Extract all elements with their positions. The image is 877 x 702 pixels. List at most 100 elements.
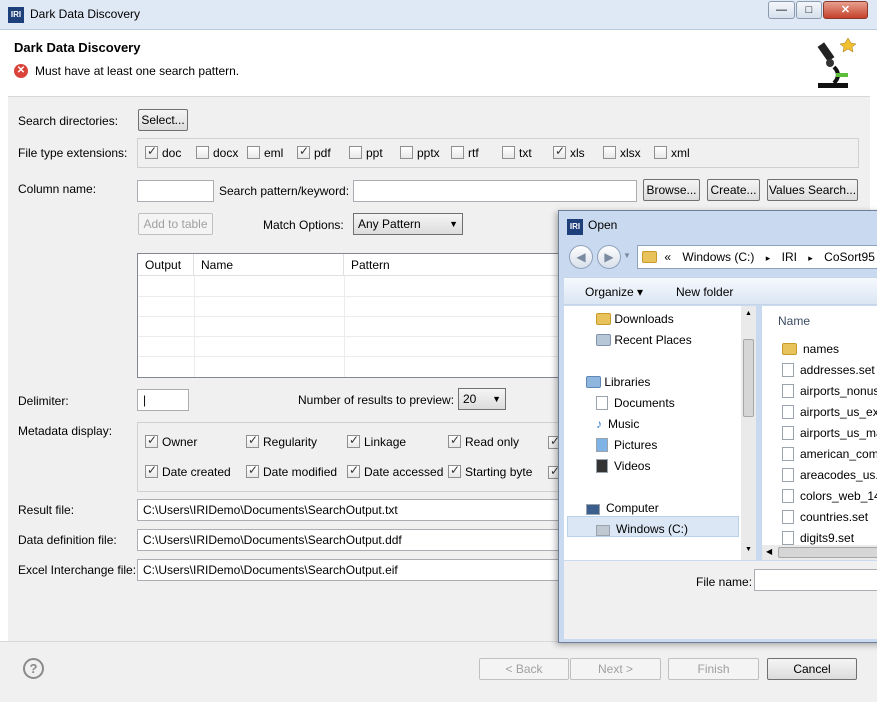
filetype-checkbox-txt[interactable]: txt — [502, 146, 532, 160]
list-item[interactable]: names — [782, 342, 839, 356]
filetype-checkbox-eml[interactable]: eml — [247, 146, 283, 160]
nav-scrollbar-thumb[interactable] — [743, 339, 754, 417]
table-header-pattern[interactable]: Pattern — [344, 254, 568, 276]
address-part-cosort[interactable]: CoSort95 — [824, 250, 875, 264]
checkbox-icon[interactable] — [349, 146, 362, 159]
table-header-name[interactable]: Name — [194, 254, 344, 276]
checkbox-icon[interactable] — [145, 463, 158, 478]
checkbox-icon[interactable] — [553, 144, 566, 159]
result-file-input[interactable]: C:\Users\IRIDemo\Documents\SearchOutput.… — [137, 499, 567, 521]
maximize-button[interactable]: □ — [796, 1, 822, 19]
metadata-checkbox-date-modified[interactable]: Date modified — [246, 463, 337, 479]
checkbox-icon[interactable] — [603, 146, 616, 159]
list-item[interactable]: airports_us_ext — [782, 405, 877, 419]
filetype-checkbox-ppt[interactable]: ppt — [349, 146, 383, 160]
eif-file-input[interactable]: C:\Users\IRIDemo\Documents\SearchOutput.… — [137, 559, 567, 581]
nav-item-music[interactable]: ♪ Music — [596, 417, 639, 431]
checkbox-icon[interactable] — [196, 146, 209, 159]
scroll-up-icon[interactable]: ▲ — [745, 310, 752, 317]
list-item[interactable]: addresses.set — [782, 363, 875, 377]
address-part-drive[interactable]: Windows (C:) — [682, 250, 754, 264]
scroll-left-icon[interactable]: ◀ — [766, 547, 772, 556]
ddf-file-input[interactable]: C:\Users\IRIDemo\Documents\SearchOutput.… — [137, 529, 567, 551]
list-item[interactable]: airports_nonus — [782, 384, 877, 398]
metadata-checkbox-date-accessed[interactable]: Date accessed — [347, 463, 443, 479]
new-folder-button[interactable]: New folder — [676, 285, 733, 299]
filetype-checkbox-xml[interactable]: xml — [654, 146, 690, 160]
close-button[interactable]: ✕ — [823, 1, 868, 19]
filetype-checkbox-xls[interactable]: xls — [553, 144, 585, 160]
back-button[interactable]: < Back — [479, 658, 569, 680]
table-row[interactable] — [138, 337, 568, 357]
list-item[interactable]: digits9.set — [782, 531, 854, 545]
files-horizontal-scrollbar[interactable]: ◀ — [762, 545, 877, 560]
nav-item-documents[interactable]: Documents — [596, 396, 675, 410]
nav-item-recent-places[interactable]: Recent Places — [596, 333, 692, 347]
checkbox-icon[interactable] — [448, 433, 461, 448]
next-button[interactable]: Next > — [570, 658, 661, 680]
table-row[interactable] — [138, 297, 568, 317]
forward-arrow-icon[interactable]: ▶ — [597, 245, 621, 269]
filetype-checkbox-xlsx[interactable]: xlsx — [603, 146, 641, 160]
table-row[interactable] — [138, 277, 568, 297]
filetype-checkbox-docx[interactable]: docx — [196, 146, 238, 160]
checkbox-icon[interactable] — [347, 463, 360, 478]
metadata-checkbox-starting-byte[interactable]: Starting byte — [448, 463, 532, 479]
checkbox-icon[interactable] — [502, 146, 515, 159]
checkbox-icon[interactable] — [246, 433, 259, 448]
checkbox-icon[interactable] — [247, 146, 260, 159]
nav-item-libraries[interactable]: Libraries — [586, 375, 650, 389]
create-button[interactable]: Create... — [707, 179, 760, 201]
address-separator-icon[interactable]: ▸ — [808, 253, 813, 263]
search-pattern-input[interactable] — [353, 180, 637, 202]
filetype-checkbox-pptx[interactable]: pptx — [400, 146, 440, 160]
nav-item-pictures[interactable]: Pictures — [596, 438, 657, 452]
preview-count-select[interactable]: 20 ▼ — [458, 388, 506, 410]
metadata-checkbox-date-created[interactable]: Date created — [145, 463, 231, 479]
checkbox-icon[interactable] — [400, 146, 413, 159]
column-name-input[interactable] — [137, 180, 214, 202]
list-item[interactable]: airports_us_ma — [782, 426, 877, 440]
browse-button[interactable]: Browse... — [643, 179, 700, 201]
cancel-button[interactable]: Cancel — [767, 658, 857, 680]
address-bar[interactable]: « Windows (C:) ▸ IRI ▸ CoSort95 ▸ — [637, 245, 877, 269]
delimiter-input[interactable]: | — [137, 389, 189, 411]
metadata-checkbox-read-only[interactable]: Read only — [448, 433, 519, 449]
scroll-down-icon[interactable]: ▼ — [745, 546, 752, 553]
help-icon[interactable]: ? — [23, 658, 44, 679]
filetype-checkbox-doc[interactable]: doc — [145, 144, 181, 160]
nav-item-computer[interactable]: Computer — [586, 501, 659, 515]
nav-scrollbar[interactable]: ▲ ▼ — [741, 306, 756, 560]
nav-item-videos[interactable]: Videos — [596, 459, 650, 473]
list-item[interactable]: colors_web_140 — [782, 489, 877, 503]
match-options-select[interactable]: Any Pattern ▼ — [353, 213, 463, 235]
list-item[interactable]: areacodes_us.s — [782, 468, 877, 482]
checkbox-icon[interactable] — [297, 144, 310, 159]
select-directories-button[interactable]: Select... — [138, 109, 188, 131]
table-header-output[interactable]: Output — [138, 254, 194, 276]
file-name-input[interactable] — [754, 569, 877, 591]
metadata-checkbox-owner[interactable]: Owner — [145, 433, 197, 449]
checkbox-icon[interactable] — [448, 463, 461, 478]
checkbox-icon[interactable] — [145, 144, 158, 159]
checkbox-icon[interactable] — [145, 433, 158, 448]
filetype-checkbox-rtf[interactable]: rtf — [451, 146, 479, 160]
add-to-table-button[interactable]: Add to table — [138, 213, 213, 235]
metadata-checkbox-linkage[interactable]: Linkage — [347, 433, 406, 449]
recent-locations-chevron-icon[interactable]: ▼ — [623, 251, 631, 260]
checkbox-icon[interactable] — [347, 433, 360, 448]
checkbox-icon[interactable] — [246, 463, 259, 478]
nav-item-windows-drive[interactable]: Windows (C:) — [596, 522, 688, 536]
table-row[interactable] — [138, 317, 568, 337]
organize-menu[interactable]: Organize ▾ — [585, 285, 643, 299]
nav-item-downloads[interactable]: Downloads — [596, 312, 674, 326]
checkbox-icon[interactable] — [451, 146, 464, 159]
list-item[interactable]: american_com — [782, 447, 877, 461]
values-search-button[interactable]: Values Search... — [767, 179, 858, 201]
minimize-button[interactable]: — — [768, 1, 795, 19]
column-header-name[interactable]: Name — [778, 314, 810, 328]
address-overflow[interactable]: « — [664, 250, 671, 264]
files-scrollbar-thumb[interactable] — [778, 547, 877, 558]
address-separator-icon[interactable]: ▸ — [766, 253, 771, 263]
back-arrow-icon[interactable]: ◀ — [569, 245, 593, 269]
